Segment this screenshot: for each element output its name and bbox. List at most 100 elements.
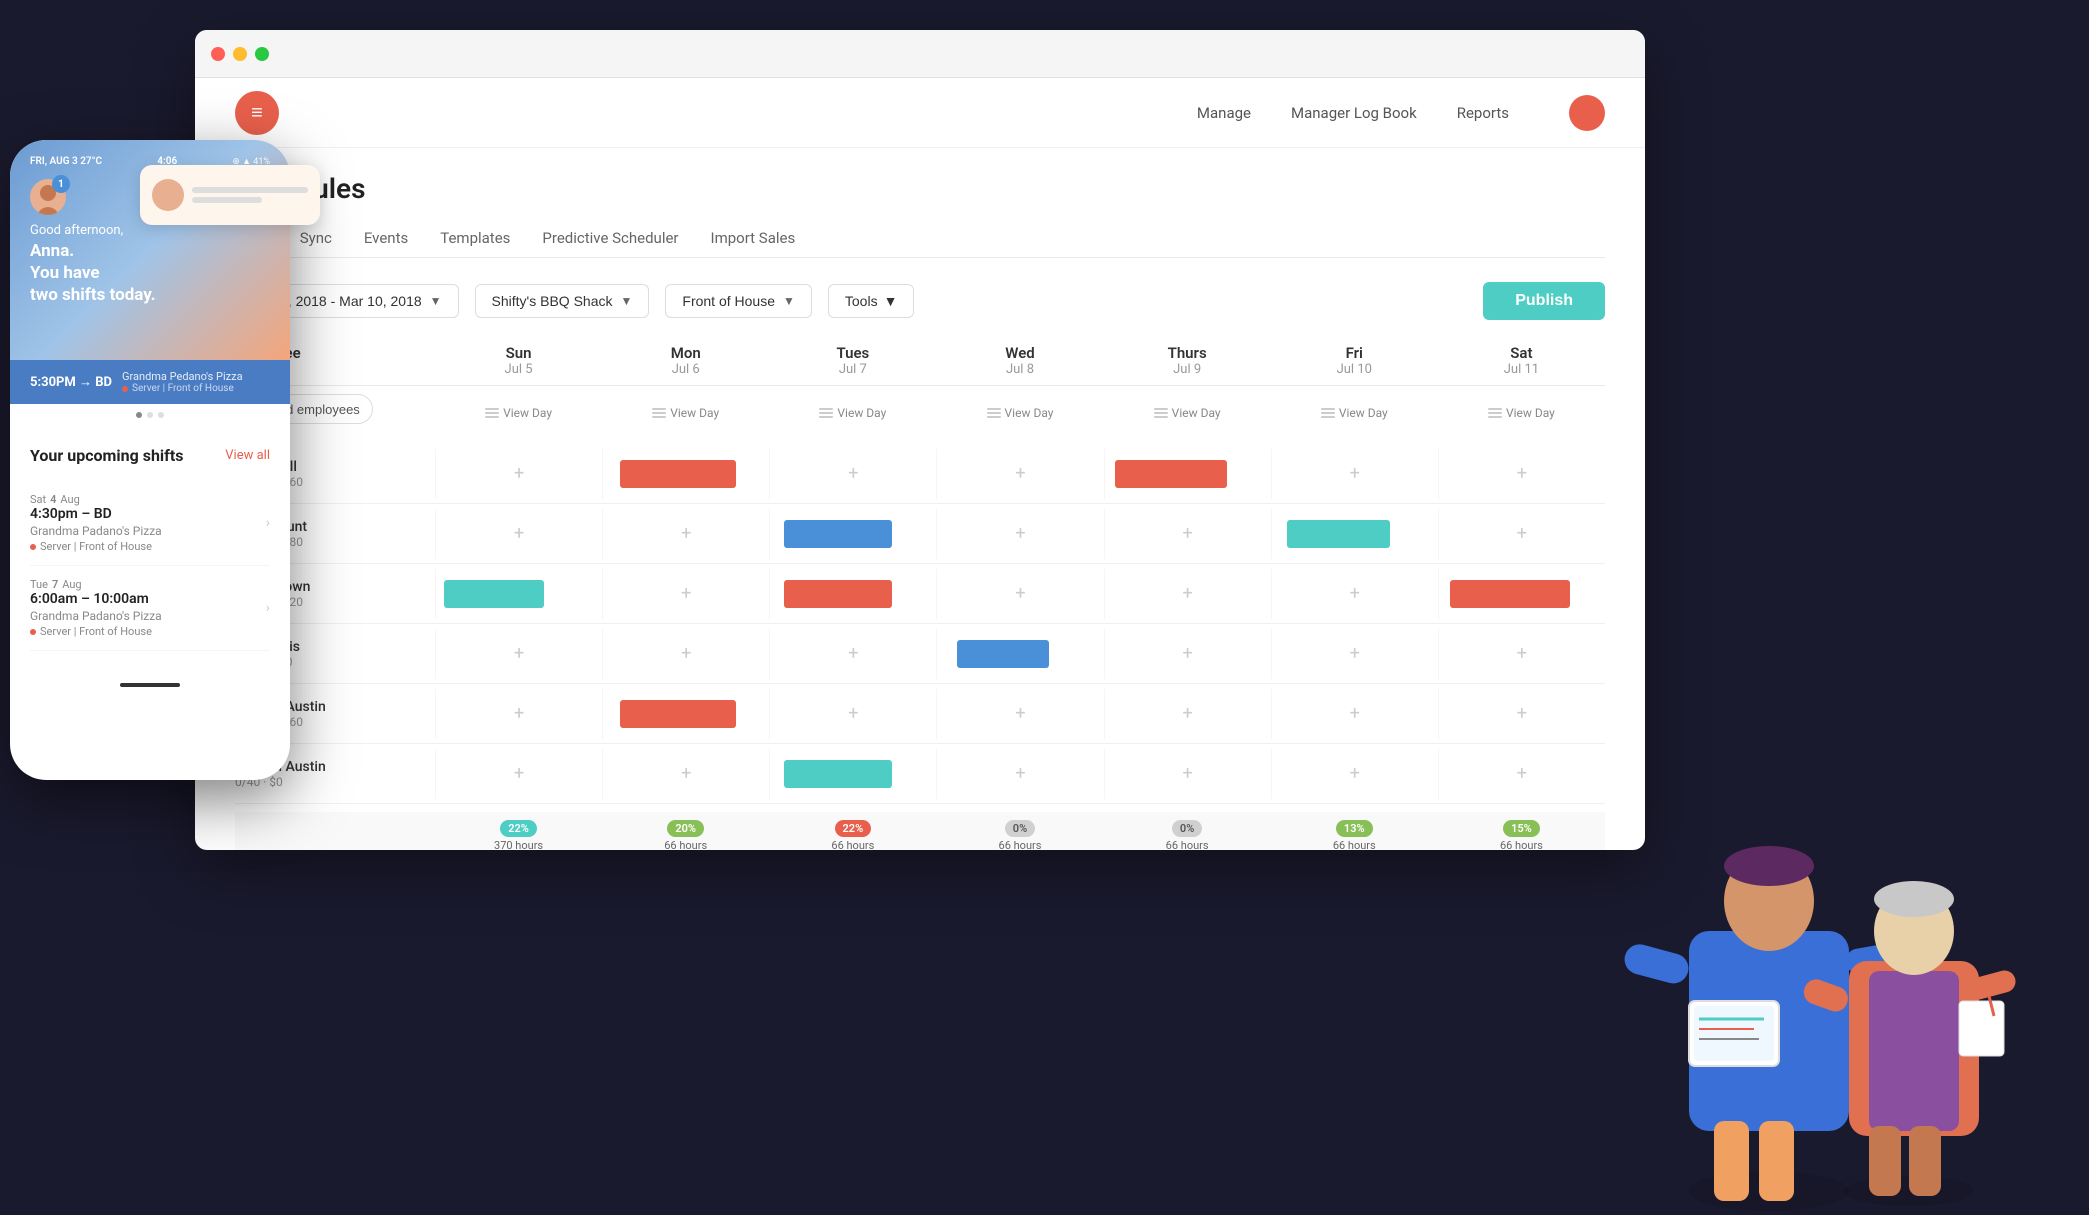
tab-predictive[interactable]: Predictive Scheduler xyxy=(542,221,678,257)
schedule-cell-0-4[interactable] xyxy=(1104,449,1271,499)
add-shift-3-6[interactable]: + xyxy=(1517,643,1527,664)
tab-events[interactable]: Events xyxy=(364,221,408,257)
schedule-cell-2-0[interactable] xyxy=(435,569,602,619)
add-shift-5-6[interactable]: + xyxy=(1517,763,1527,784)
summary-hours-0: 370 hours xyxy=(494,839,543,850)
view-day-sat[interactable]: View Day xyxy=(1438,394,1605,432)
schedule-cell-2-6[interactable] xyxy=(1438,569,1605,619)
schedule-cell-2-3[interactable]: + xyxy=(936,569,1103,619)
schedule-cell-0-3[interactable]: + xyxy=(936,449,1103,499)
schedule-cell-4-5[interactable]: + xyxy=(1271,689,1438,739)
add-shift-3-2[interactable]: + xyxy=(848,643,858,664)
add-shift-4-4[interactable]: + xyxy=(1183,703,1193,724)
schedule-cell-5-5[interactable]: + xyxy=(1271,749,1438,799)
add-shift-0-5[interactable]: + xyxy=(1350,463,1360,484)
view-day-fri[interactable]: View Day xyxy=(1271,394,1438,432)
add-shift-2-4[interactable]: + xyxy=(1183,583,1193,604)
schedule-cell-0-0[interactable]: + xyxy=(435,449,602,499)
add-shift-4-3[interactable]: + xyxy=(1015,703,1025,724)
schedule-cell-3-1[interactable]: + xyxy=(602,629,769,679)
schedule-cell-1-4[interactable]: + xyxy=(1104,509,1271,559)
greeting-text: Anna.You havetwo shifts today. xyxy=(30,240,270,306)
view-day-sun[interactable]: View Day xyxy=(435,394,602,432)
add-shift-4-2[interactable]: + xyxy=(848,703,858,724)
add-shift-0-0[interactable]: + xyxy=(514,463,524,484)
tab-sync[interactable]: Sync xyxy=(300,221,332,257)
tl-minimize[interactable] xyxy=(233,47,247,61)
add-shift-4-5[interactable]: + xyxy=(1350,703,1360,724)
schedule-cell-0-6[interactable]: + xyxy=(1438,449,1605,499)
schedule-cell-4-0[interactable]: + xyxy=(435,689,602,739)
add-shift-4-0[interactable]: + xyxy=(514,703,524,724)
schedule-cell-2-2[interactable] xyxy=(769,569,936,619)
publish-button[interactable]: Publish xyxy=(1483,282,1605,320)
add-shift-1-4[interactable]: + xyxy=(1183,523,1193,544)
department-picker[interactable]: Front of House ▼ xyxy=(665,284,812,318)
add-shift-5-0[interactable]: + xyxy=(514,763,524,784)
tab-templates[interactable]: Templates xyxy=(440,221,510,257)
schedule-cell-4-4[interactable]: + xyxy=(1104,689,1271,739)
add-shift-0-6[interactable]: + xyxy=(1517,463,1527,484)
add-shift-3-5[interactable]: + xyxy=(1350,643,1360,664)
add-shift-1-6[interactable]: + xyxy=(1517,523,1527,544)
schedule-cell-1-5[interactable] xyxy=(1271,509,1438,559)
schedule-cell-0-2[interactable]: + xyxy=(769,449,936,499)
schedule-cell-5-3[interactable]: + xyxy=(936,749,1103,799)
view-day-tues[interactable]: View Day xyxy=(769,394,936,432)
schedule-cell-3-4[interactable]: + xyxy=(1104,629,1271,679)
add-shift-5-3[interactable]: + xyxy=(1015,763,1025,784)
schedule-cell-4-3[interactable]: + xyxy=(936,689,1103,739)
add-shift-3-1[interactable]: + xyxy=(681,643,691,664)
schedule-cell-5-2[interactable] xyxy=(769,749,936,799)
add-shift-4-6[interactable]: + xyxy=(1517,703,1527,724)
schedule-cell-4-1[interactable] xyxy=(602,689,769,739)
schedule-cell-5-0[interactable]: + xyxy=(435,749,602,799)
browser-window: ≡ Manage Manager Log Book Reports Schedu… xyxy=(195,30,1645,850)
view-day-mon[interactable]: View Day xyxy=(602,394,769,432)
schedule-cell-2-5[interactable]: + xyxy=(1271,569,1438,619)
add-shift-0-3[interactable]: + xyxy=(1015,463,1025,484)
nav-reports[interactable]: Reports xyxy=(1457,104,1509,122)
schedule-cell-0-1[interactable] xyxy=(602,449,769,499)
schedule-cell-1-3[interactable]: + xyxy=(936,509,1103,559)
view-day-wed[interactable]: View Day xyxy=(936,394,1103,432)
user-avatar[interactable] xyxy=(1569,95,1605,131)
add-shift-5-4[interactable]: + xyxy=(1183,763,1193,784)
add-shift-5-1[interactable]: + xyxy=(681,763,691,784)
add-shift-2-3[interactable]: + xyxy=(1015,583,1025,604)
summary-hours-5: 66 hours xyxy=(1333,839,1376,850)
location-picker[interactable]: Shifty's BBQ Shack ▼ xyxy=(475,284,650,318)
schedule-cell-5-4[interactable]: + xyxy=(1104,749,1271,799)
add-shift-1-3[interactable]: + xyxy=(1015,523,1025,544)
add-shift-1-1[interactable]: + xyxy=(681,523,691,544)
schedule-cell-0-5[interactable]: + xyxy=(1271,449,1438,499)
tools-button[interactable]: Tools ▼ xyxy=(828,284,915,318)
schedule-cell-1-6[interactable]: + xyxy=(1438,509,1605,559)
schedule-cell-4-2[interactable]: + xyxy=(769,689,936,739)
department-label: Front of House xyxy=(682,293,775,309)
add-shift-0-2[interactable]: + xyxy=(848,463,858,484)
add-shift-2-5[interactable]: + xyxy=(1350,583,1360,604)
tl-close[interactable] xyxy=(211,47,225,61)
add-shift-5-5[interactable]: + xyxy=(1350,763,1360,784)
tl-maximize[interactable] xyxy=(255,47,269,61)
nav-logbook[interactable]: Manager Log Book xyxy=(1291,104,1417,122)
add-shift-2-1[interactable]: + xyxy=(681,583,691,604)
add-shift-1-0[interactable]: + xyxy=(514,523,524,544)
nav-manage[interactable]: Manage xyxy=(1197,104,1251,122)
view-all-link[interactable]: View all xyxy=(225,448,270,463)
schedule-cell-1-1[interactable]: + xyxy=(602,509,769,559)
schedule-cell-3-0[interactable]: + xyxy=(435,629,602,679)
add-shift-3-0[interactable]: + xyxy=(514,643,524,664)
schedule-cell-1-0[interactable]: + xyxy=(435,509,602,559)
schedule-cell-3-2[interactable]: + xyxy=(769,629,936,679)
schedule-cell-3-5[interactable]: + xyxy=(1271,629,1438,679)
schedule-cell-2-1[interactable]: + xyxy=(602,569,769,619)
schedule-cell-3-3[interactable] xyxy=(936,629,1103,679)
tab-import[interactable]: Import Sales xyxy=(711,221,796,257)
schedule-cell-5-1[interactable]: + xyxy=(602,749,769,799)
view-day-thurs[interactable]: View Day xyxy=(1104,394,1271,432)
add-shift-3-4[interactable]: + xyxy=(1183,643,1193,664)
schedule-cell-2-4[interactable]: + xyxy=(1104,569,1271,619)
schedule-cell-1-2[interactable] xyxy=(769,509,936,559)
